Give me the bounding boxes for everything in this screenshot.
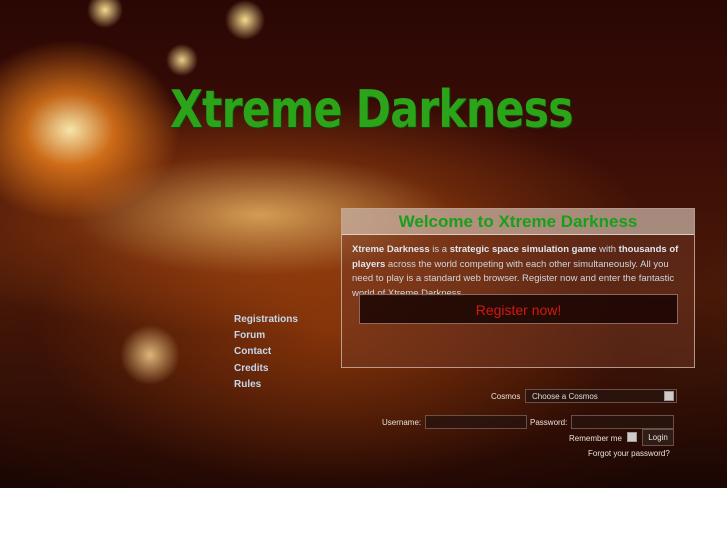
password-input[interactable] [571, 415, 674, 429]
dropdown-arrow-icon[interactable] [664, 391, 674, 401]
text: across the world competing with each oth… [352, 258, 675, 299]
main-nav: Registrations Forum Contact Credits Rule… [234, 314, 298, 395]
forgot-password-link[interactable]: Forgot your password? [588, 449, 670, 458]
text-bold: Xtreme Darkness [352, 244, 430, 255]
background-scene: Xtreme Darkness Registrations Forum Cont… [0, 0, 727, 488]
text: is a [429, 244, 450, 255]
cosmos-value: Choose a Cosmos [532, 392, 598, 401]
nav-registrations[interactable]: Registrations [234, 314, 298, 330]
text-bold: strategic space simulation game [449, 244, 597, 255]
login-button[interactable]: Login [642, 429, 674, 446]
remember-label: Remember me [569, 434, 622, 443]
site-logo: Xtreme Darkness [170, 80, 574, 140]
nav-rules[interactable]: Rules [234, 379, 298, 395]
nav-contact[interactable]: Contact [234, 346, 298, 362]
cosmos-label: Cosmos [491, 392, 521, 401]
nav-credits[interactable]: Credits [234, 363, 298, 379]
username-label: Username: [382, 418, 422, 427]
register-now-button[interactable]: Register now! [359, 294, 678, 324]
welcome-title: Welcome to Xtreme Darkness [342, 209, 694, 235]
cosmos-select[interactable]: Choose a Cosmos [525, 389, 677, 403]
text: with [596, 244, 619, 255]
password-label: Password: [530, 418, 568, 427]
nav-forum[interactable]: Forum [234, 330, 298, 346]
remember-checkbox[interactable] [627, 432, 637, 442]
welcome-panel: Welcome to Xtreme Darkness Xtreme Darkne… [341, 208, 695, 368]
username-input[interactable] [425, 415, 527, 429]
